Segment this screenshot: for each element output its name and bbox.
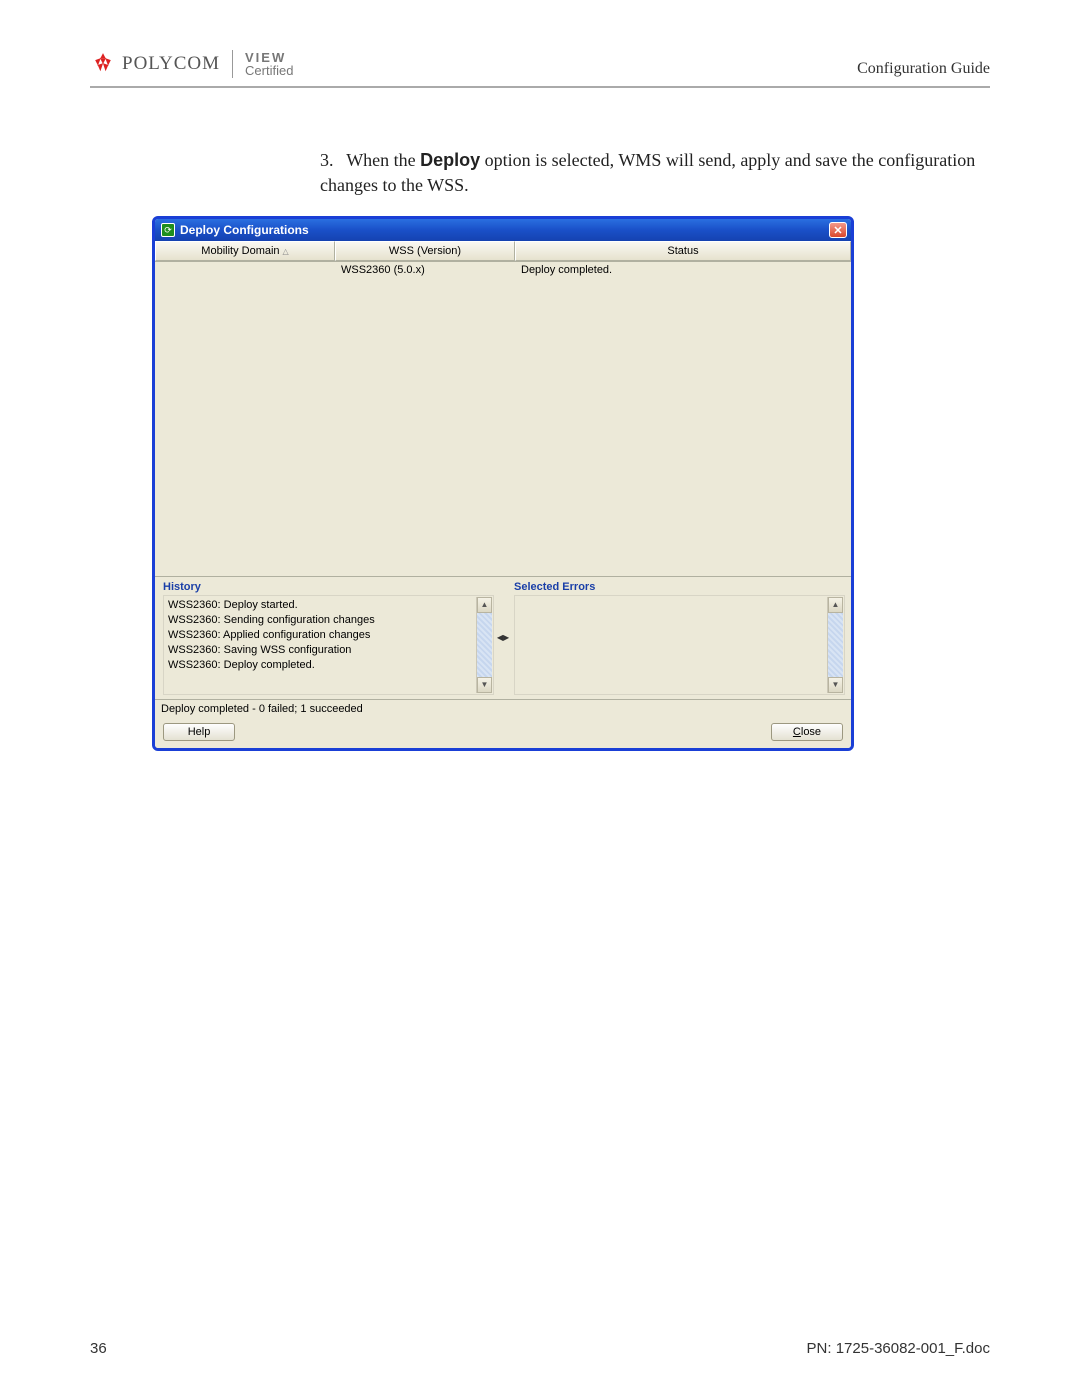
scroll-up-icon[interactable]: ▲ <box>477 597 492 613</box>
page-number: 36 <box>90 1340 107 1357</box>
history-body: WSS2360: Deploy started. WSS2360: Sendin… <box>163 595 494 695</box>
col-mobility-domain[interactable]: Mobility Domain△ <box>155 241 335 261</box>
errors-scrollbar[interactable]: ▲ ▼ <box>827 597 843 693</box>
vertical-divider <box>232 50 233 78</box>
history-line: WSS2360: Applied configuration changes <box>168 628 475 643</box>
deploy-table: Mobility Domain△ WSS (Version) Status WS… <box>155 241 851 576</box>
cell-status: Deploy completed. <box>515 262 851 278</box>
cell-wss-version: WSS2360 (5.0.x) <box>335 262 515 278</box>
certified-label: Certified <box>245 64 293 77</box>
history-line: WSS2360: Sending configuration changes <box>168 613 475 628</box>
table-empty-area <box>155 278 851 576</box>
step-bold: Deploy <box>420 150 480 170</box>
view-certified: VIEW Certified <box>245 51 293 77</box>
errors-title: Selected Errors <box>514 581 845 593</box>
window-title: Deploy Configurations <box>180 223 309 237</box>
scroll-down-icon[interactable]: ▼ <box>828 677 843 693</box>
table-header-row: Mobility Domain△ WSS (Version) Status <box>155 241 851 262</box>
help-button[interactable]: Help <box>163 723 235 741</box>
lower-panels: History WSS2360: Deploy started. WSS2360… <box>155 576 851 699</box>
page-header: POLYCOM VIEW Certified Configuration Gui… <box>90 50 990 88</box>
sort-asc-icon: △ <box>283 247 289 256</box>
col-wss-version[interactable]: WSS (Version) <box>335 241 515 261</box>
scroll-down-icon[interactable]: ▼ <box>477 677 492 693</box>
col-status[interactable]: Status <box>515 241 851 261</box>
history-scrollbar[interactable]: ▲ ▼ <box>476 597 492 693</box>
page-footer: 36 PN: 1725-36082-001_F.doc <box>90 1320 990 1357</box>
guide-title: Configuration Guide <box>857 60 990 78</box>
history-panel: History WSS2360: Deploy started. WSS2360… <box>155 577 500 699</box>
history-title: History <box>163 581 494 593</box>
close-icon[interactable]: ✕ <box>829 222 847 238</box>
cell-mobility-domain <box>155 262 335 278</box>
history-line: WSS2360: Deploy completed. <box>168 658 475 673</box>
scroll-track[interactable] <box>828 613 843 677</box>
errors-body: ▲ ▼ <box>514 595 845 695</box>
scroll-up-icon[interactable]: ▲ <box>828 597 843 613</box>
dialog-screenshot: ⟳ Deploy Configurations ✕ Mobility Domai… <box>152 216 854 751</box>
part-number: PN: 1725-36082-001_F.doc <box>807 1340 990 1357</box>
button-bar: Help Close <box>155 718 851 748</box>
close-button[interactable]: Close <box>771 723 843 741</box>
polycom-logo-icon <box>90 51 116 77</box>
deploy-configurations-window: ⟳ Deploy Configurations ✕ Mobility Domai… <box>152 216 854 751</box>
brand-name: POLYCOM <box>122 53 220 75</box>
history-line: WSS2360: Saving WSS configuration <box>168 643 475 658</box>
app-icon: ⟳ <box>161 223 175 237</box>
table-row[interactable]: WSS2360 (5.0.x) Deploy completed. <box>155 262 851 278</box>
scroll-track[interactable] <box>477 613 492 677</box>
logo-block: POLYCOM VIEW Certified <box>90 50 293 78</box>
step-text: 3. When the Deploy option is selected, W… <box>320 148 990 198</box>
history-line: WSS2360: Deploy started. <box>168 598 475 613</box>
errors-panel: Selected Errors ▲ ▼ <box>506 577 851 699</box>
status-bar: Deploy completed - 0 failed; 1 succeeded <box>155 699 851 718</box>
titlebar[interactable]: ⟳ Deploy Configurations ✕ <box>155 219 851 241</box>
step-number: 3. <box>320 148 342 173</box>
step-pre: When the <box>346 150 420 170</box>
